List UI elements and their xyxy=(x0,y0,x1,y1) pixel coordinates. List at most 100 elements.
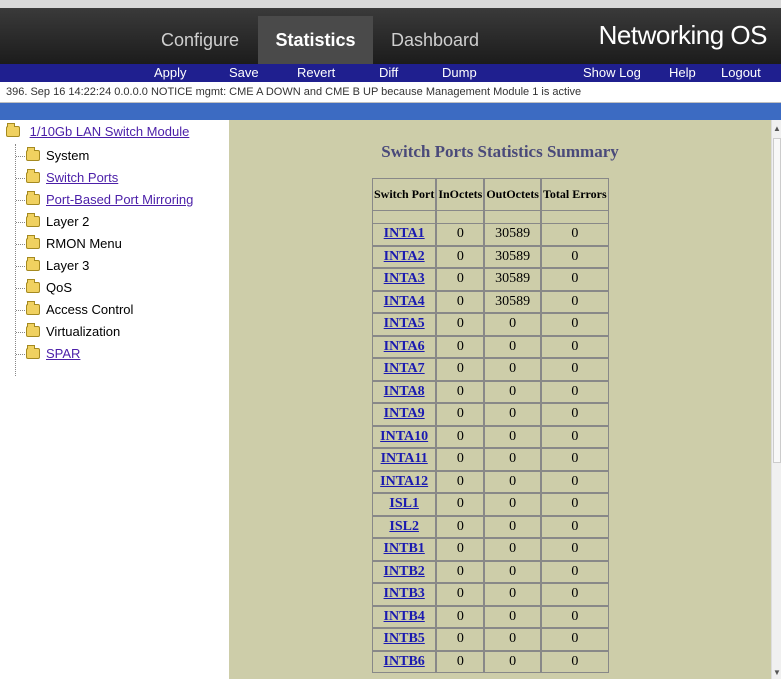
port-cell: INTA10 xyxy=(372,425,437,448)
port-link[interactable]: INTA9 xyxy=(384,406,425,421)
total-errors-cell: 0 xyxy=(540,245,609,268)
table-row: INTA3 0 30589 0 xyxy=(372,268,609,291)
folder-icon xyxy=(26,147,40,161)
port-link[interactable]: INTA12 xyxy=(380,474,428,489)
tree-root-label[interactable]: 1/10Gb LAN Switch Module xyxy=(30,124,190,139)
help-button[interactable]: Help xyxy=(669,65,696,81)
port-link[interactable]: INTB5 xyxy=(384,631,425,646)
stats-table-body: INTA1 0 30589 0 INTA2 0 30589 0 INTA3 0 30589 0 INTA… xyxy=(372,211,609,673)
port-cell: INTB5 xyxy=(372,628,437,651)
table-row: INTA1 0 30589 0 xyxy=(372,223,609,246)
port-cell: INTA4 xyxy=(372,290,437,313)
port-cell: INTB6 xyxy=(372,650,437,673)
port-link[interactable]: INTA3 xyxy=(384,271,425,286)
port-link[interactable]: INTB3 xyxy=(384,586,425,601)
sidebar-item-qos[interactable]: QoS xyxy=(26,279,72,297)
inoctets-cell: 0 xyxy=(436,448,485,471)
outoctets-cell: 0 xyxy=(484,313,541,336)
outoctets-cell: 0 xyxy=(484,583,541,606)
log-message-bar: 396. Sep 16 14:22:24 0.0.0.0 NOTICE mgmt… xyxy=(0,82,781,103)
port-cell: ISL2 xyxy=(372,515,437,538)
inoctets-cell: 0 xyxy=(436,605,485,628)
diff-button[interactable]: Diff xyxy=(379,65,398,81)
logout-button[interactable]: Logout xyxy=(721,65,761,81)
port-link[interactable]: INTB1 xyxy=(384,541,425,556)
sidebar-item-port-mirroring[interactable]: Port-Based Port Mirroring xyxy=(26,191,193,209)
port-link[interactable]: INTA8 xyxy=(384,384,425,399)
header-divider xyxy=(0,103,781,120)
port-link[interactable]: ISL1 xyxy=(389,496,419,511)
dump-button[interactable]: Dump xyxy=(442,65,477,81)
sidebar-item-switch-ports[interactable]: Switch Ports xyxy=(26,169,118,187)
sidebar-tree: 1/10Gb LAN Switch Module System Switch P… xyxy=(0,120,229,679)
action-menubar: Apply Save Revert Diff Dump Show Log Hel… xyxy=(0,64,781,82)
inoctets-cell: 0 xyxy=(436,650,485,673)
tree-root[interactable]: 1/10Gb LAN Switch Module xyxy=(6,123,190,139)
port-link[interactable]: INTA5 xyxy=(384,316,425,331)
port-cell: INTA6 xyxy=(372,335,437,358)
total-errors-cell: 0 xyxy=(540,358,609,381)
sidebar-item-layer3[interactable]: Layer 3 xyxy=(26,257,89,275)
port-link[interactable]: ISL2 xyxy=(389,519,419,534)
port-link[interactable]: INTB6 xyxy=(384,654,425,669)
port-link[interactable]: INTB4 xyxy=(384,609,425,624)
show-log-button[interactable]: Show Log xyxy=(583,65,641,81)
outoctets-cell: 0 xyxy=(484,628,541,651)
stats-table: Switch Port InOctets OutOctets Total Err… xyxy=(372,178,609,673)
total-errors-cell: 0 xyxy=(540,583,609,606)
folder-icon xyxy=(26,279,40,293)
col-header-inoctets: InOctets xyxy=(436,178,485,211)
apply-button[interactable]: Apply xyxy=(154,65,187,81)
tab-configure[interactable]: Configure xyxy=(150,16,250,64)
folder-icon xyxy=(26,257,40,271)
table-row: INTA2 0 30589 0 xyxy=(372,245,609,268)
sidebar-item-system[interactable]: System xyxy=(26,147,89,165)
sidebar-item-access-control[interactable]: Access Control xyxy=(26,301,133,319)
outoctets-cell: 0 xyxy=(484,605,541,628)
vertical-scrollbar[interactable]: ▲ ▼ xyxy=(771,120,781,679)
total-errors-cell: 0 xyxy=(540,448,609,471)
port-cell: ISL1 xyxy=(372,493,437,516)
port-cell: INTB4 xyxy=(372,605,437,628)
outoctets-cell: 0 xyxy=(484,493,541,516)
port-link[interactable]: INTA10 xyxy=(380,429,428,444)
port-link[interactable]: INTB2 xyxy=(384,564,425,579)
port-link[interactable]: INTA4 xyxy=(384,294,425,309)
revert-button[interactable]: Revert xyxy=(297,65,335,81)
port-link[interactable]: INTA1 xyxy=(384,226,425,241)
scroll-down-arrow-icon[interactable]: ▼ xyxy=(773,668,781,677)
save-button[interactable]: Save xyxy=(229,65,259,81)
port-cell: INTB3 xyxy=(372,583,437,606)
inoctets-cell: 0 xyxy=(436,493,485,516)
inoctets-cell: 0 xyxy=(436,223,485,246)
sidebar-item-virtualization[interactable]: Virtualization xyxy=(26,323,120,341)
port-link[interactable]: INTA6 xyxy=(384,339,425,354)
tab-statistics[interactable]: Statistics xyxy=(258,16,373,64)
table-row: INTB3 0 0 0 xyxy=(372,583,609,606)
outoctets-cell: 0 xyxy=(484,403,541,426)
total-errors-cell: 0 xyxy=(540,560,609,583)
folder-icon xyxy=(26,191,40,205)
folder-icon xyxy=(26,301,40,315)
port-link[interactable]: INTA2 xyxy=(384,249,425,264)
main-content: Switch Ports Statistics Summary Switch P… xyxy=(229,120,771,679)
scroll-up-arrow-icon[interactable]: ▲ xyxy=(773,124,781,133)
tab-dashboard[interactable]: Dashboard xyxy=(380,16,490,64)
sidebar-item-rmon-menu[interactable]: RMON Menu xyxy=(26,235,122,253)
scroll-thumb[interactable] xyxy=(773,138,781,463)
table-row: INTB4 0 0 0 xyxy=(372,605,609,628)
folder-icon xyxy=(26,235,40,249)
table-row: INTB6 0 0 0 xyxy=(372,650,609,673)
outoctets-cell: 0 xyxy=(484,560,541,583)
inoctets-cell: 0 xyxy=(436,290,485,313)
sidebar-item-layer2[interactable]: Layer 2 xyxy=(26,213,89,231)
sidebar-item-spar[interactable]: SPAR xyxy=(26,345,80,363)
total-errors-cell: 0 xyxy=(540,380,609,403)
inoctets-cell: 0 xyxy=(436,380,485,403)
port-link[interactable]: INTA7 xyxy=(384,361,425,376)
folder-icon xyxy=(26,213,40,227)
brand-logo: Networking OS xyxy=(598,20,768,50)
inoctets-cell: 0 xyxy=(436,245,485,268)
port-link[interactable]: INTA11 xyxy=(381,451,428,466)
app-header: Configure Statistics Dashboard Networkin… xyxy=(0,8,781,64)
